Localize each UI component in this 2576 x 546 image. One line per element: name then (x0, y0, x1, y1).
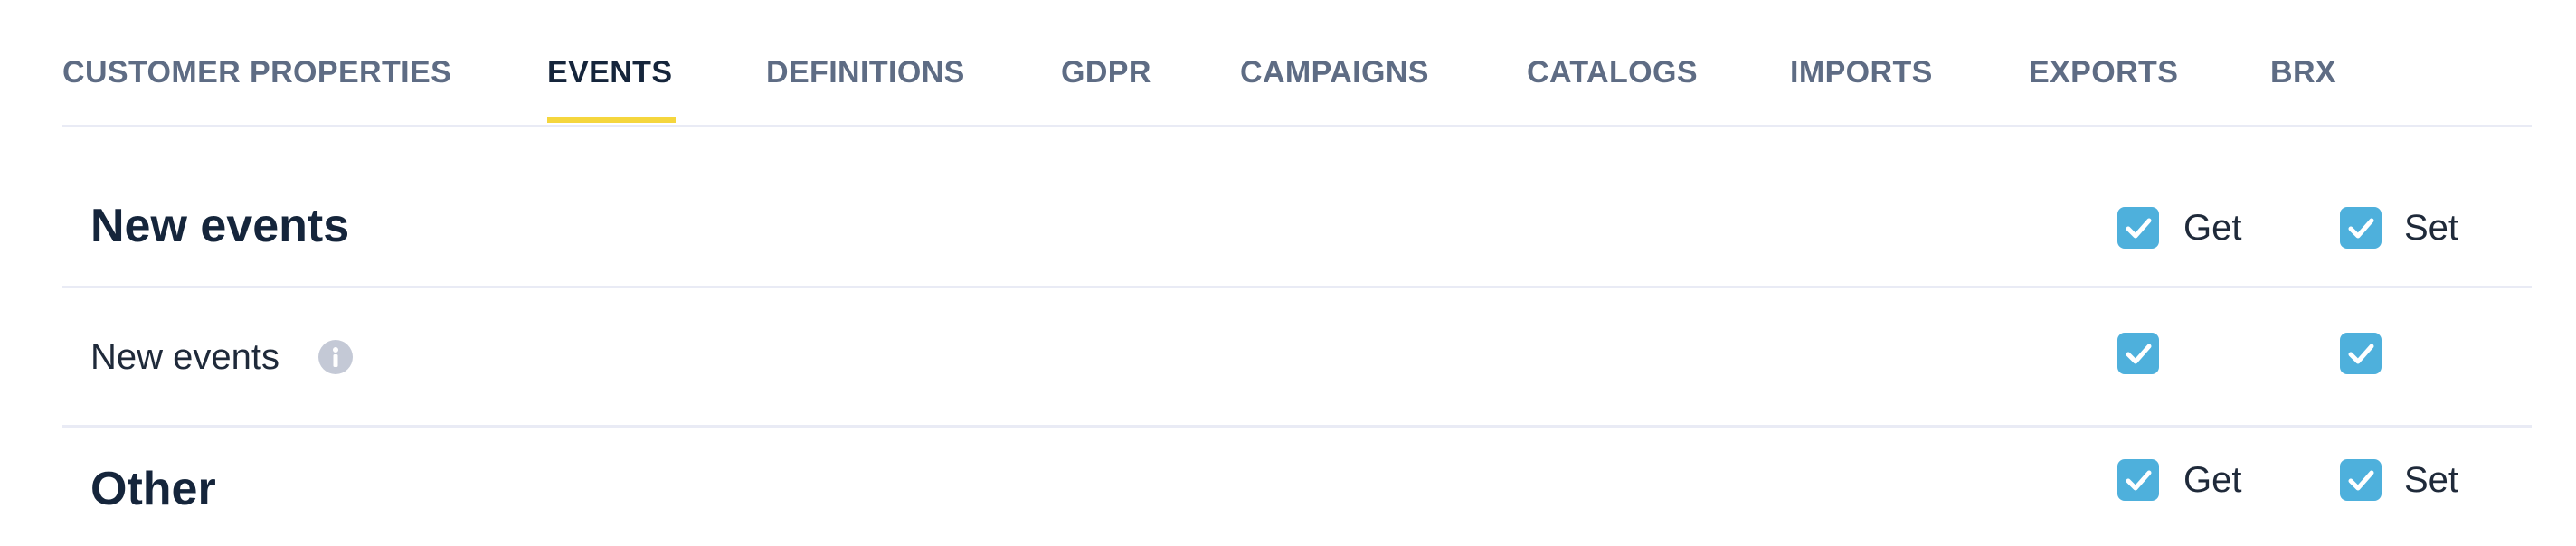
section-header-other: Other Get Set (62, 428, 2532, 546)
checkmark-icon (2348, 344, 2374, 364)
checkmark-icon (2126, 470, 2152, 491)
tab-events[interactable]: EVENTS (547, 54, 672, 90)
checkmark-icon (2126, 218, 2152, 239)
set-label: Set (2404, 208, 2459, 248)
section-title: Other (90, 463, 216, 515)
info-icon[interactable] (318, 340, 353, 374)
checkmark-icon (2126, 344, 2152, 364)
section-title: New events (90, 200, 350, 252)
list-item: New events (62, 288, 2532, 428)
tab-campaigns[interactable]: CAMPAIGNS (1240, 54, 1429, 90)
set-all-checkbox[interactable] (2340, 207, 2382, 249)
tab-gdpr[interactable]: GDPR (1061, 54, 1151, 90)
tab-catalogs[interactable]: CATALOGS (1527, 54, 1698, 90)
get-all-checkbox[interactable] (2117, 459, 2159, 501)
tab-imports[interactable]: IMPORTS (1790, 54, 1933, 90)
checkmark-icon (2348, 218, 2374, 239)
get-label: Get (2183, 460, 2242, 500)
section-header-new-events: New events Get Set (62, 127, 2532, 288)
tab-brx[interactable]: BRX (2270, 54, 2336, 90)
row-label: New events (90, 337, 279, 377)
set-all-checkbox[interactable] (2340, 459, 2382, 501)
get-label: Get (2183, 208, 2242, 248)
get-checkbox[interactable] (2117, 333, 2159, 374)
set-label: Set (2404, 460, 2459, 500)
active-tab-indicator (547, 117, 676, 123)
tab-customer-properties[interactable]: CUSTOMER PROPERTIES (62, 54, 451, 90)
tab-definitions[interactable]: DEFINITIONS (766, 54, 965, 90)
tab-bar: CUSTOMER PROPERTIES EVENTS DEFINITIONS G… (62, 0, 2532, 127)
checkmark-icon (2348, 470, 2374, 491)
tab-exports[interactable]: EXPORTS (2029, 54, 2178, 90)
get-all-checkbox[interactable] (2117, 207, 2159, 249)
set-checkbox[interactable] (2340, 333, 2382, 374)
